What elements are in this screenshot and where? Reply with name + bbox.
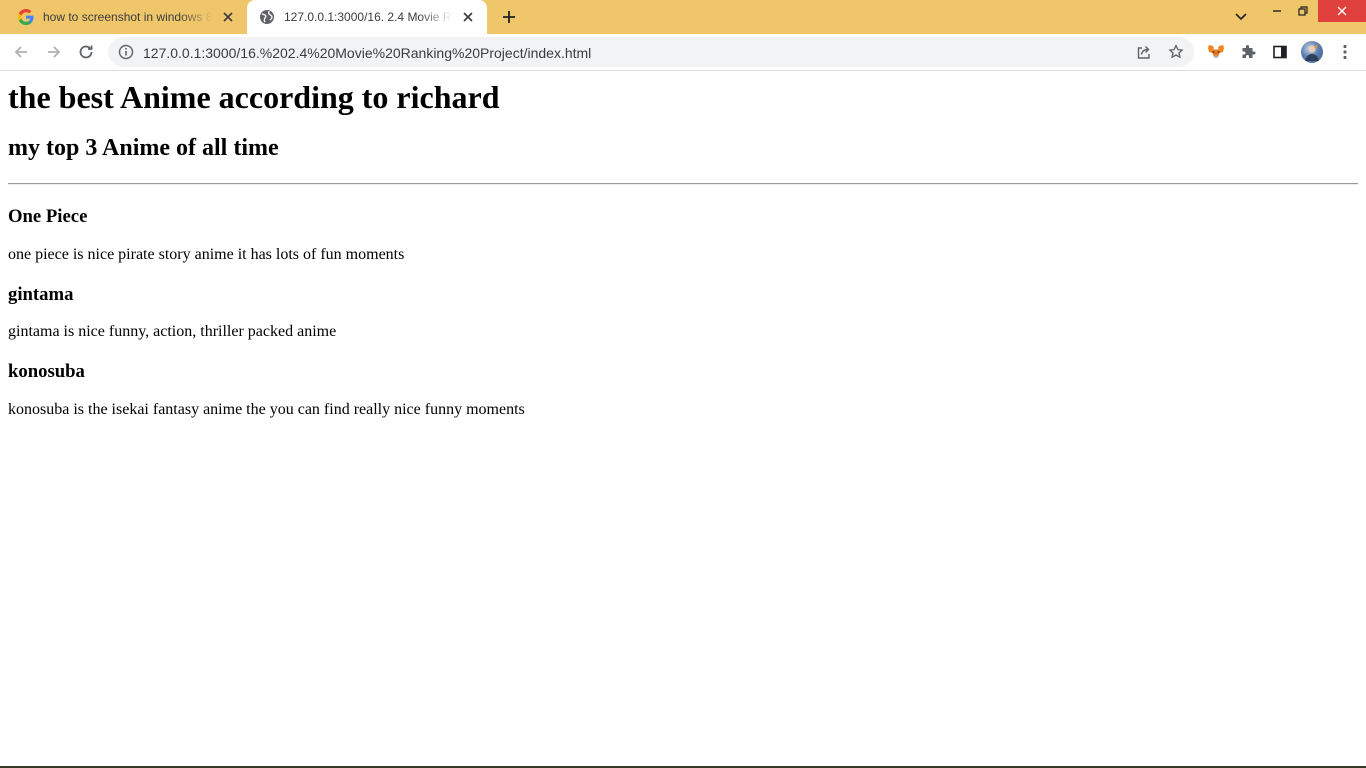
new-tab-button[interactable]: [498, 6, 520, 28]
minimize-icon: [1273, 10, 1281, 12]
anime-title: gintama: [8, 284, 74, 305]
close-icon: [1337, 6, 1347, 16]
menu-kebab-icon[interactable]: [1334, 41, 1356, 63]
google-icon: [18, 9, 34, 25]
close-icon[interactable]: [219, 8, 237, 26]
page-title: the best Anime according to richard: [8, 79, 500, 115]
tab-strip: how to screenshot in windows 8. 127.0.0.…: [0, 0, 1366, 34]
tab-search-button[interactable]: [1231, 7, 1251, 27]
arrow-left-icon: [14, 46, 27, 58]
reload-button[interactable]: [75, 41, 97, 63]
share-icon[interactable]: [1134, 42, 1154, 62]
bookmark-star-icon[interactable]: [1166, 42, 1186, 62]
anime-description: one piece is nice pirate story anime it …: [8, 246, 405, 263]
anime-title: One Piece: [8, 206, 88, 227]
anime-description: konosuba is the isekai fantasy anime the…: [8, 401, 525, 418]
url-text[interactable]: 127.0.0.1:3000/16.%202.4%20Movie%20Ranki…: [143, 45, 591, 61]
window-close-button[interactable]: [1318, 0, 1366, 22]
globe-icon: [259, 9, 275, 25]
close-icon[interactable]: [459, 8, 477, 26]
browser-toolbar: 127.0.0.1:3000/16.%202.4%20Movie%20Ranki…: [0, 34, 1366, 71]
page-subtitle: my top 3 Anime of all time: [8, 135, 279, 161]
anime-description: gintama is nice funny, action, thriller …: [8, 323, 337, 340]
page-content: the best Anime according to richard my t…: [0, 71, 1366, 768]
restore-button[interactable]: [1288, 0, 1318, 22]
address-bar[interactable]: 127.0.0.1:3000/16.%202.4%20Movie%20Ranki…: [108, 37, 1194, 67]
arrow-right-icon: [48, 46, 61, 58]
forward-button[interactable]: [43, 41, 65, 63]
anime-title: konosuba: [8, 361, 85, 382]
metamask-extension-icon[interactable]: [1205, 41, 1227, 63]
restore-icon: [1298, 6, 1308, 16]
tab-title: 127.0.0.1:3000/16. 2.4 Movie Ran: [284, 10, 453, 24]
plus-icon: [503, 11, 515, 23]
info-icon[interactable]: [118, 44, 134, 60]
chevron-down-icon: [1235, 13, 1247, 21]
tab-google-search[interactable]: how to screenshot in windows 8.: [0, 0, 247, 34]
profile-avatar[interactable]: [1301, 41, 1323, 63]
tab-movie-ranking[interactable]: 127.0.0.1:3000/16. 2.4 Movie Ran: [247, 0, 487, 34]
divider: [8, 183, 1358, 185]
reload-icon: [79, 45, 93, 59]
extensions-puzzle-icon[interactable]: [1237, 41, 1259, 63]
back-button[interactable]: [10, 41, 32, 63]
browser-window: how to screenshot in windows 8. 127.0.0.…: [0, 0, 1366, 768]
tab-title: how to screenshot in windows 8.: [43, 10, 213, 24]
side-panel-icon[interactable]: [1269, 41, 1291, 63]
